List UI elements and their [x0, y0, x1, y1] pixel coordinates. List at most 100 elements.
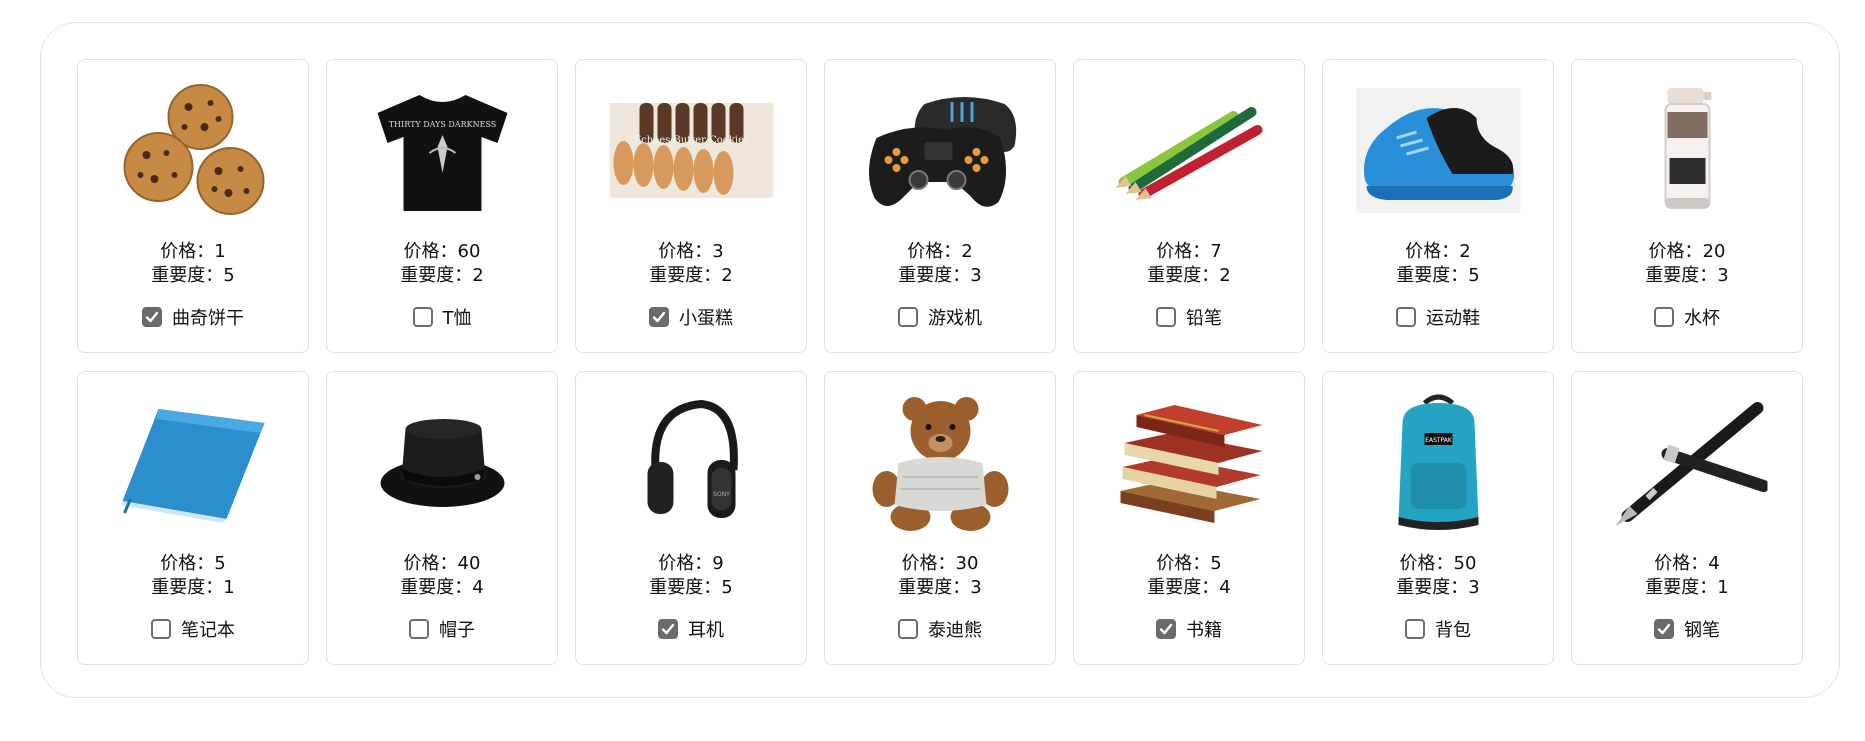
price-line: 价格：5	[78, 552, 308, 576]
item-select[interactable]: 钢笔	[1572, 616, 1802, 642]
item-checkbox[interactable]	[658, 619, 678, 639]
importance-label: 重要度：	[1396, 265, 1469, 286]
item-checkbox[interactable]	[898, 307, 918, 327]
item-name[interactable]: 曲奇饼干	[172, 304, 244, 330]
item-checkbox[interactable]	[1156, 619, 1176, 639]
price-label: 价格：	[1648, 241, 1703, 262]
importance-line: 重要度：5	[576, 576, 806, 600]
item-name[interactable]: 书籍	[1186, 616, 1222, 642]
importance-value: 4	[472, 577, 484, 598]
item-info: 价格：5 重要度：1	[78, 552, 308, 600]
price-label: 价格：	[1654, 553, 1709, 574]
importance-label: 重要度：	[151, 265, 224, 286]
item-checkbox[interactable]	[151, 619, 171, 639]
item-select[interactable]: 书籍	[1074, 616, 1304, 642]
item-card: 价格：5 重要度：1 笔记本	[77, 371, 309, 665]
item-select[interactable]: 帽子	[327, 616, 557, 642]
item-checkbox[interactable]	[1654, 307, 1674, 327]
importance-label: 重要度：	[649, 265, 722, 286]
item-card: 价格：7 重要度：2 铅笔	[1073, 59, 1305, 353]
item-name[interactable]: 小蛋糕	[679, 304, 733, 330]
item-checkbox[interactable]	[898, 619, 918, 639]
gamepad-icon	[858, 78, 1023, 223]
price-label: 价格：	[403, 553, 458, 574]
item-checkbox[interactable]	[1654, 619, 1674, 639]
item-select[interactable]: 曲奇饼干	[78, 304, 308, 330]
item-select[interactable]: 小蛋糕	[576, 304, 806, 330]
books-icon	[1107, 390, 1272, 535]
price-value: 4	[1708, 553, 1720, 574]
importance-line: 重要度：3	[825, 264, 1055, 288]
importance-line: 重要度：5	[1323, 264, 1553, 288]
price-label: 价格：	[160, 241, 215, 262]
item-name[interactable]: 游戏机	[928, 304, 982, 330]
item-name[interactable]: 钢笔	[1684, 616, 1720, 642]
price-value: 20	[1702, 241, 1726, 262]
item-card: 价格：40 重要度：4 帽子	[326, 371, 558, 665]
price-line: 价格：9	[576, 552, 806, 576]
importance-value: 3	[1468, 577, 1480, 598]
item-name[interactable]: 耳机	[688, 616, 724, 642]
item-info: 价格：20 重要度：3	[1572, 240, 1802, 288]
item-grid: 价格：1 重要度：5 曲奇饼干 THIRTY DAYS DARKNESS 价格：…	[77, 59, 1803, 665]
item-select[interactable]: T恤	[327, 304, 557, 330]
item-name[interactable]: 水杯	[1684, 304, 1720, 330]
item-select[interactable]: 游戏机	[825, 304, 1055, 330]
item-select[interactable]: 水杯	[1572, 304, 1802, 330]
item-name[interactable]: 背包	[1435, 616, 1471, 642]
importance-line: 重要度：2	[1074, 264, 1304, 288]
item-select[interactable]: 耳机	[576, 616, 806, 642]
item-checkbox[interactable]	[409, 619, 429, 639]
backpack-icon: EASTPAK	[1356, 390, 1521, 535]
item-info: 价格：50 重要度：3	[1323, 552, 1553, 600]
importance-value: 1	[223, 577, 235, 598]
item-name[interactable]: 笔记本	[181, 616, 235, 642]
pen-icon	[1605, 390, 1770, 535]
price-label: 价格：	[1399, 553, 1454, 574]
item-checkbox[interactable]	[142, 307, 162, 327]
importance-value: 1	[1717, 577, 1729, 598]
importance-value: 4	[1219, 577, 1231, 598]
teddy-bear-icon	[858, 390, 1023, 535]
price-value: 2	[961, 241, 973, 262]
item-checkbox[interactable]	[412, 307, 433, 327]
item-checkbox[interactable]	[1405, 619, 1425, 639]
item-select[interactable]: 笔记本	[78, 616, 308, 642]
sneaker-icon	[1356, 78, 1521, 223]
item-name[interactable]: T恤	[443, 304, 472, 330]
item-checkbox[interactable]	[649, 307, 669, 327]
item-checkbox[interactable]	[1156, 307, 1176, 327]
item-checkbox[interactable]	[1396, 307, 1416, 327]
item-card: SONY 价格：9 重要度：5 耳机	[575, 371, 807, 665]
item-name[interactable]: 泰迪熊	[928, 616, 982, 642]
item-name[interactable]: 帽子	[439, 616, 475, 642]
tshirt-icon: THIRTY DAYS DARKNESS	[360, 78, 525, 223]
item-select[interactable]: 泰迪熊	[825, 616, 1055, 642]
item-info: 价格：4 重要度：1	[1572, 552, 1802, 600]
importance-label: 重要度：	[1645, 265, 1718, 286]
price-line: 价格：20	[1572, 240, 1802, 264]
importance-value: 2	[1219, 265, 1231, 286]
price-value: 50	[1453, 553, 1477, 574]
svg-text:SONY: SONY	[713, 491, 730, 498]
importance-label: 重要度：	[1645, 577, 1718, 598]
price-value: 40	[457, 553, 481, 574]
importance-label: 重要度：	[898, 265, 971, 286]
item-card: 价格：4 重要度：1 钢笔	[1571, 371, 1803, 665]
price-label: 价格：	[658, 241, 713, 262]
importance-value: 2	[721, 265, 733, 286]
price-value: 5	[214, 553, 226, 574]
item-select[interactable]: 运动鞋	[1323, 304, 1553, 330]
importance-value: 5	[721, 577, 733, 598]
item-info: 价格：60 重要度：2	[327, 240, 557, 288]
price-label: 价格：	[403, 241, 458, 262]
price-line: 价格：30	[825, 552, 1055, 576]
importance-label: 重要度：	[400, 577, 473, 598]
svg-text:EASTPAK: EASTPAK	[1425, 437, 1453, 444]
item-name[interactable]: 运动鞋	[1426, 304, 1480, 330]
price-value: 30	[955, 553, 979, 574]
item-card: 价格：5 重要度：4 书籍	[1073, 371, 1305, 665]
item-select[interactable]: 背包	[1323, 616, 1553, 642]
item-name[interactable]: 铅笔	[1186, 304, 1222, 330]
item-select[interactable]: 铅笔	[1074, 304, 1304, 330]
